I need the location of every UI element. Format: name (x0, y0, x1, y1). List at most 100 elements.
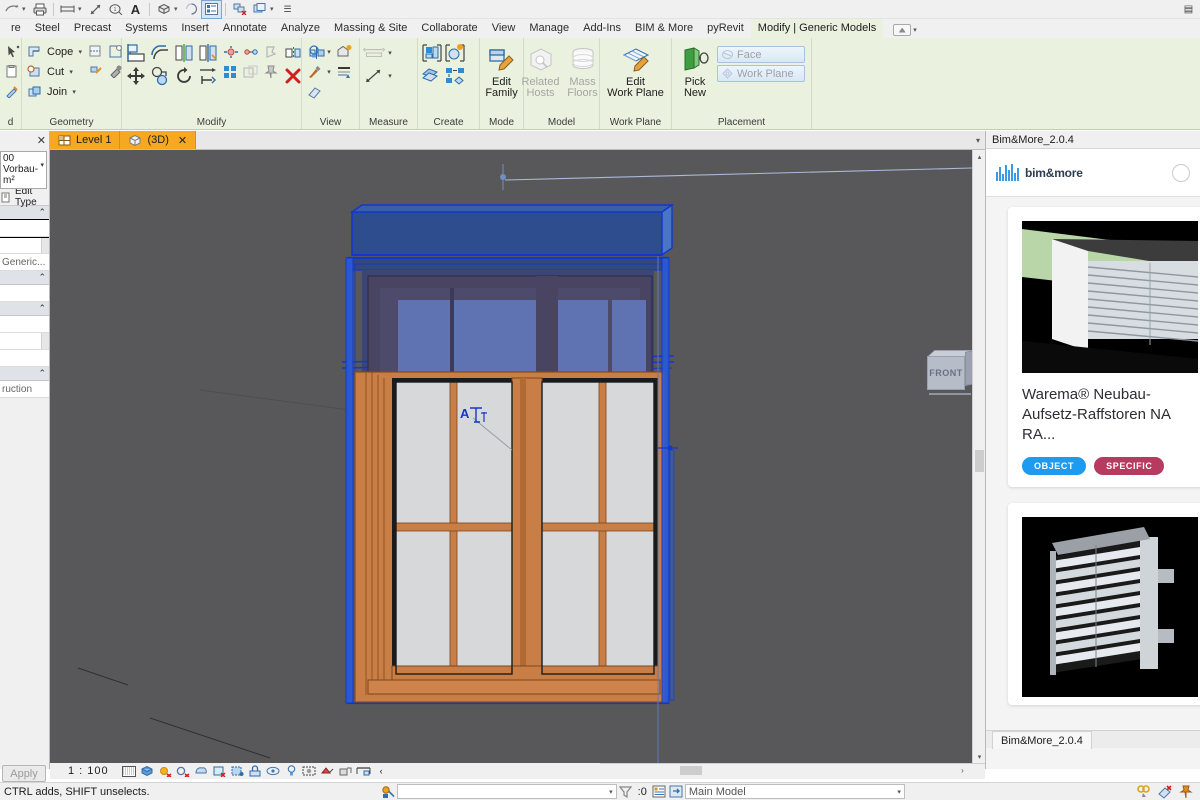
switch-windows-caret[interactable]: ▾ (270, 5, 277, 13)
select-underlay-icon[interactable] (1156, 784, 1173, 799)
temporary-hide-isolate-icon[interactable] (266, 765, 281, 778)
paint-caret[interactable]: ▾ (325, 68, 333, 76)
editable-only-icon[interactable] (380, 784, 397, 799)
redo-dropdown-caret[interactable]: ▾ (22, 5, 29, 13)
pick-new-button[interactable]: Pick New (675, 42, 715, 99)
unpin-icon[interactable] (261, 42, 280, 61)
property-group-header-2[interactable]: ⌃ (0, 271, 49, 285)
scroll-right-icon[interactable]: › (956, 764, 969, 777)
thin-lines-icon[interactable] (201, 0, 222, 19)
viewport-horizontal-scrollbar[interactable]: › (600, 763, 985, 776)
plugin-footer-tab[interactable]: Bim&More_2.0.4 (992, 731, 1092, 749)
scroll-thumb-vertical[interactable] (975, 450, 984, 472)
modify-select-icon[interactable] (3, 42, 22, 61)
property-row[interactable] (0, 333, 49, 350)
selection-filter-combo[interactable]: ▾ (396, 784, 617, 799)
tab-massing-site[interactable]: Massing & Site (327, 19, 414, 38)
property-row[interactable] (0, 350, 49, 367)
lock-3d-view-icon[interactable] (248, 765, 263, 778)
viewcube-side-face[interactable] (965, 349, 972, 386)
split-face-icon[interactable] (86, 42, 105, 61)
ribbon-minimize-button[interactable] (893, 24, 912, 36)
default-3d-view-icon[interactable] (154, 1, 173, 18)
cut-label[interactable]: Cut (45, 66, 66, 78)
viewcube-front-face[interactable]: FRONT (927, 356, 965, 390)
search-icon[interactable] (1172, 163, 1190, 182)
product-card[interactable] (1008, 503, 1200, 705)
create-similar-icon[interactable] (421, 42, 443, 64)
section-icon[interactable] (182, 1, 201, 18)
join-row[interactable]: Join ▾ (25, 82, 84, 101)
split-element-icon[interactable] (282, 42, 304, 64)
viewport-vertical-scrollbar[interactable]: ▴ ▾ (972, 150, 986, 763)
placement-work-plane-option[interactable]: Work Plane (717, 65, 805, 82)
move-icon[interactable] (125, 65, 147, 87)
tab-annotate[interactable]: Annotate (216, 19, 274, 38)
tab-collaborate[interactable]: Collaborate (414, 19, 484, 38)
reveal-hidden-elements-icon[interactable] (284, 765, 299, 778)
join-caret[interactable]: ▾ (70, 88, 78, 96)
constraints-icon[interactable] (356, 765, 371, 778)
measure-along-caret[interactable]: ▾ (386, 72, 394, 80)
eraser-icon[interactable] (305, 82, 324, 101)
badge-specific[interactable]: SPECIFIC (1094, 457, 1165, 475)
edit-family-button[interactable]: Edit Family (482, 42, 522, 99)
crop-view-icon[interactable] (212, 765, 227, 778)
product-card[interactable]: Warema® Neubau-Aufsetz-Raffstoren NA RA.… (1008, 207, 1200, 487)
cope-icon[interactable] (25, 42, 44, 61)
highlight-displacement-icon[interactable] (338, 765, 353, 778)
view-tab-level-1[interactable]: Level 1 (50, 131, 121, 149)
create-assembly-icon[interactable] (444, 65, 466, 87)
copy-icon[interactable] (149, 65, 171, 87)
property-row[interactable]: ruction (0, 381, 49, 398)
cope-row[interactable]: Cope ▾ (25, 42, 84, 61)
scale-disabled-icon[interactable] (241, 62, 260, 81)
measure-along-element-icon[interactable] (363, 65, 385, 87)
delete-icon[interactable] (282, 65, 304, 87)
tab-bim-and-more[interactable]: BIM & More (628, 19, 700, 38)
viewcube[interactable]: FRONT (927, 349, 972, 395)
tab-insert[interactable]: Insert (174, 19, 216, 38)
rotate-icon[interactable] (173, 65, 195, 87)
linework-icon[interactable] (334, 62, 353, 81)
temporary-view-properties-icon[interactable] (302, 765, 317, 778)
rendering-dialog-icon[interactable] (194, 765, 209, 778)
paint-icon[interactable] (86, 62, 105, 81)
measure-caret[interactable]: ▾ (386, 49, 394, 57)
tab-analyze[interactable]: Analyze (274, 19, 327, 38)
related-hosts-button[interactable]: Related Hosts (521, 42, 561, 99)
badge-object[interactable]: OBJECT (1022, 457, 1087, 475)
tab-manage[interactable]: Manage (522, 19, 576, 38)
chevron-down-icon[interactable]: ▾ (40, 160, 44, 171)
property-row[interactable] (0, 219, 49, 238)
create-group-icon[interactable] (421, 65, 443, 87)
filter-icon[interactable] (617, 784, 634, 799)
array-grid-icon[interactable] (221, 62, 240, 81)
placement-face-option[interactable]: Face (717, 46, 805, 63)
tab-add-ins[interactable]: Add-Ins (576, 19, 628, 38)
close-hidden-windows-icon[interactable] (230, 1, 249, 18)
property-row[interactable] (0, 316, 49, 333)
mirror-pick-axis-icon[interactable] (173, 42, 195, 64)
text-icon[interactable]: A (126, 1, 145, 18)
visual-style-icon[interactable] (140, 765, 155, 778)
tab-modify-generic-models[interactable]: Modify | Generic Models (750, 19, 884, 38)
cope-label[interactable]: Cope (45, 46, 75, 58)
cut-icon[interactable] (25, 62, 44, 81)
view-tab-3d[interactable]: (3D) ✕ (120, 131, 197, 149)
edit-type-button[interactable]: Edit Type (0, 186, 49, 208)
tab-architecture[interactable]: re (4, 19, 28, 38)
print-icon[interactable] (30, 1, 49, 18)
more-options-icon[interactable]: ‹ (374, 765, 389, 778)
sun-path-icon[interactable] (158, 765, 173, 778)
measure-between-references-icon[interactable] (363, 42, 385, 64)
switch-windows-icon[interactable] (250, 1, 269, 18)
exclude-options-icon[interactable] (668, 784, 685, 799)
create-part-icon[interactable] (444, 42, 466, 64)
cut-row[interactable]: Cut ▾ (25, 62, 84, 81)
scale-icon[interactable] (241, 42, 260, 61)
join-icon[interactable] (25, 82, 44, 101)
show-analytical-model-icon[interactable] (320, 765, 335, 778)
workset-combo[interactable]: Main Model ▾ (684, 784, 905, 799)
tab-steel[interactable]: Steel (28, 19, 67, 38)
